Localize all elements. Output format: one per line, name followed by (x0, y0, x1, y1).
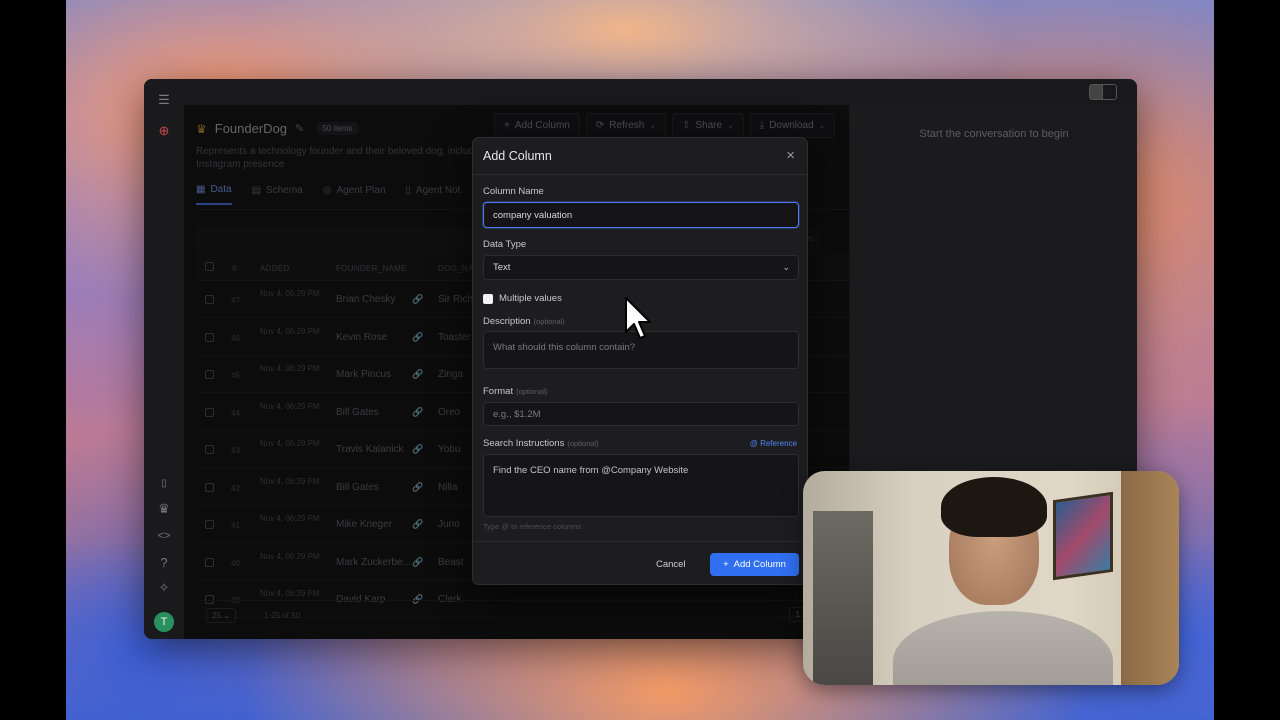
description-label: Description (optional) (483, 316, 565, 327)
code-icon[interactable]: <> (154, 526, 174, 546)
multiple-values-checkbox[interactable]: Multiple values (483, 293, 562, 304)
add-column-modal: Add Column × Column Name company valuati… (472, 137, 808, 585)
menu-icon[interactable]: ☰ (154, 90, 174, 110)
reference-link[interactable]: @ Reference (750, 439, 797, 448)
format-label-text: Format (483, 386, 514, 397)
sidebar: ☰ ⊕ ▯ ♛ <> ? ✧ T (144, 79, 184, 639)
description-label-text: Description (483, 316, 531, 327)
reference-hint: Type @ to reference columns (483, 522, 582, 531)
modal-title: Add Column (483, 149, 552, 163)
webcam-overlay (803, 471, 1179, 685)
optional-hint: (optional) (516, 387, 548, 396)
add-column-submit-button[interactable]: + Add Column (710, 553, 799, 576)
mouse-cursor-icon (625, 297, 651, 339)
divider (473, 541, 807, 542)
search-label-text: Search Instructions (483, 438, 565, 449)
add-column-submit-label: Add Column (733, 559, 786, 570)
checkbox[interactable] (483, 293, 493, 304)
avatar[interactable]: T (154, 612, 174, 632)
layout-toggle-icon[interactable] (1089, 84, 1117, 100)
optional-hint: (optional) (533, 317, 565, 326)
column-name-label: Column Name (483, 186, 544, 197)
person-body (893, 611, 1113, 685)
painting (1053, 491, 1113, 581)
bell-icon[interactable]: ▯ (154, 473, 174, 493)
new-item-icon[interactable]: ⊕ (154, 121, 174, 141)
data-type-label: Data Type (483, 239, 527, 250)
search-instructions-textarea[interactable]: Find the CEO name from @Company Website (483, 454, 799, 517)
optional-hint: (optional) (567, 439, 599, 448)
format-input[interactable]: e.g., $1.2M (483, 402, 799, 426)
chat-empty-hint: Start the conversation to begin (919, 128, 1069, 140)
person-hair (941, 477, 1047, 537)
crown-icon[interactable]: ♛ (154, 499, 174, 519)
plus-icon: + (723, 559, 729, 570)
multiple-values-label: Multiple values (499, 293, 562, 304)
format-label: Format (optional) (483, 386, 547, 397)
column-name-input[interactable]: company valuation (483, 202, 799, 228)
webcam-background (813, 511, 873, 685)
door-frame (1121, 471, 1179, 685)
cancel-button[interactable]: Cancel (656, 559, 686, 570)
search-instructions-label: Search Instructions (optional) (483, 438, 599, 449)
divider (473, 174, 807, 175)
data-type-select[interactable]: Text ⌄ (483, 255, 799, 280)
close-icon[interactable]: × (786, 147, 795, 164)
window-topbar (144, 79, 1137, 105)
data-type-value: Text (493, 262, 511, 273)
help-icon[interactable]: ? (154, 552, 174, 572)
magic-wand-icon[interactable]: ✧ (154, 578, 174, 598)
chevron-down-icon: ⌄ (782, 262, 790, 272)
